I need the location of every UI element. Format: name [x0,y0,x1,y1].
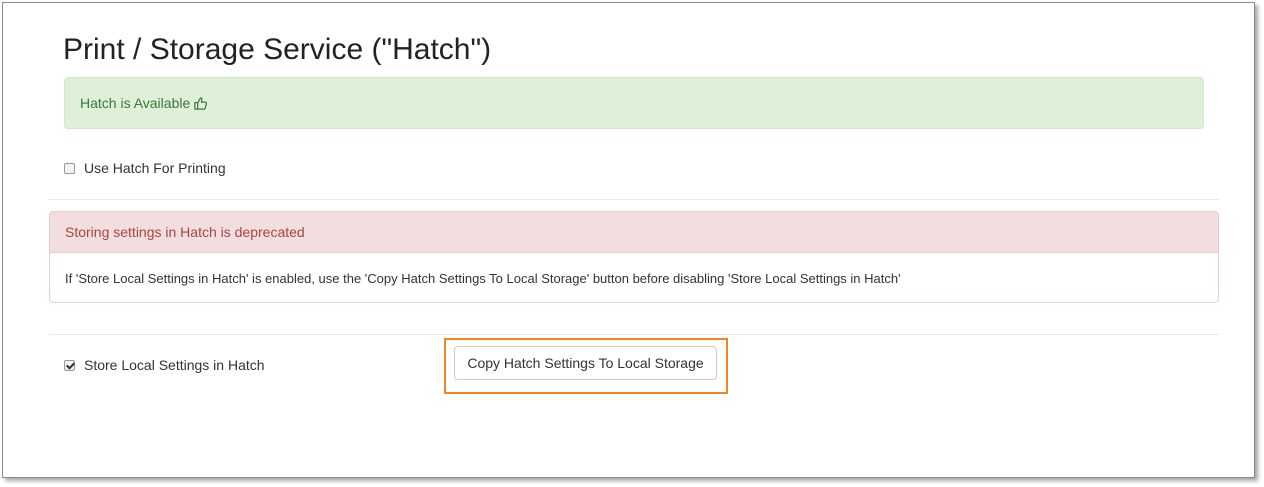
hatch-status-text: Hatch is Available [80,95,191,111]
thumbs-up-icon [193,96,208,111]
deprecation-panel-heading: Storing settings in Hatch is deprecated [50,212,1218,253]
store-local-settings-checkbox[interactable] [64,359,75,371]
store-local-settings-option[interactable]: Store Local Settings in Hatch [64,357,265,373]
page-title: Print / Storage Service ("Hatch") [63,33,492,66]
use-hatch-printing-option[interactable]: Use Hatch For Printing [64,160,226,176]
use-hatch-printing-label: Use Hatch For Printing [84,160,226,176]
store-local-settings-label: Store Local Settings in Hatch [84,357,265,373]
deprecation-panel-body: If 'Store Local Settings in Hatch' is en… [65,270,901,286]
copy-hatch-settings-button[interactable]: Copy Hatch Settings To Local Storage [454,346,717,380]
divider [49,199,1219,200]
deprecation-panel: Storing settings in Hatch is deprecated … [49,211,1219,303]
divider [49,334,1219,335]
use-hatch-printing-checkbox[interactable] [64,162,75,174]
hatch-status-alert: Hatch is Available [64,77,1204,129]
